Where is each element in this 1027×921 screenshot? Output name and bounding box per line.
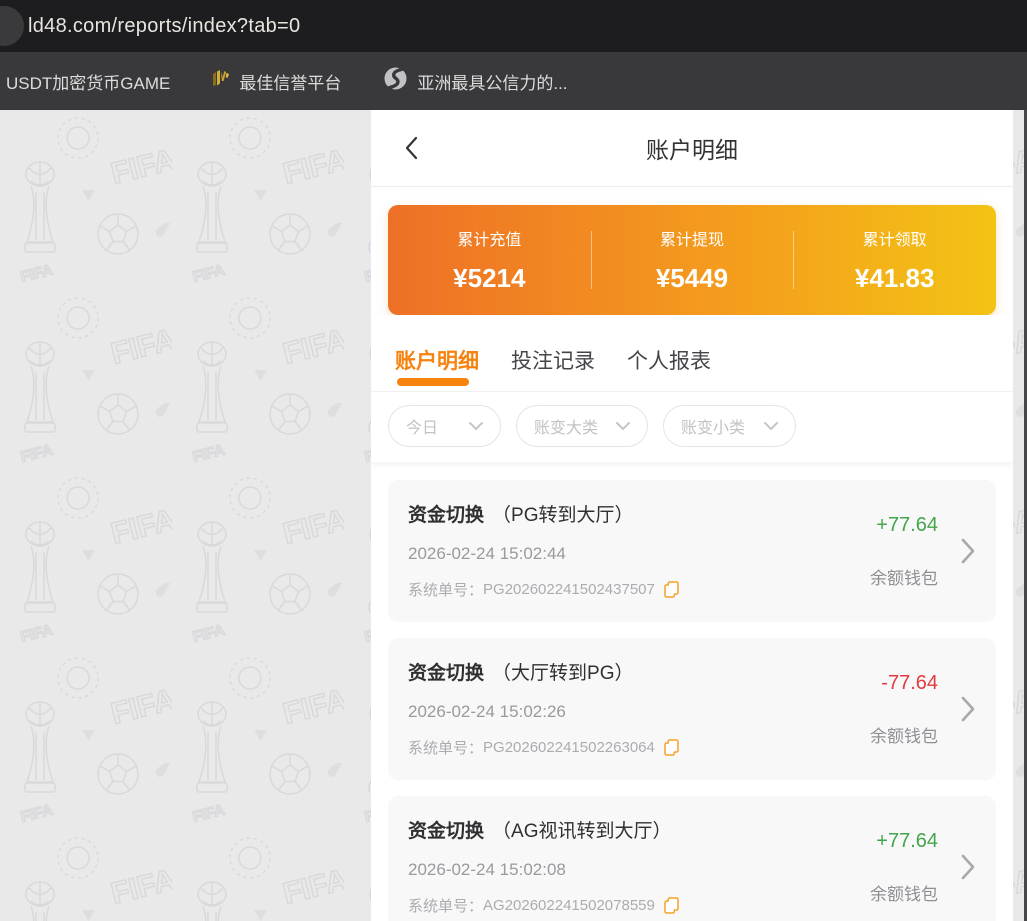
chevron-down-icon: [764, 422, 778, 431]
filter-bar: 今日 账变大类 账变小类: [371, 392, 1013, 462]
active-tab-underline: [397, 378, 469, 386]
stat-total-withdraw: 累计提现 ¥5449: [591, 226, 794, 294]
chevron-left-icon: [401, 135, 423, 161]
record-order-number: PG202602241502263064: [483, 739, 655, 756]
main-viewport: FIFA FIFA: [0, 110, 1027, 921]
record-wallet: 余额钱包: [870, 880, 938, 905]
record-detail: （PG转到大厅）: [492, 505, 633, 526]
tab-account-detail[interactable]: 账户明细: [395, 345, 479, 391]
chevron-right-icon: [961, 854, 976, 880]
copy-icon[interactable]: [664, 581, 679, 598]
copy-icon[interactable]: [664, 897, 679, 914]
record-type: 资金切换: [408, 663, 484, 684]
record-type: 资金切换: [408, 821, 484, 842]
address-bar[interactable]: ld48.com/reports/index?tab=0: [28, 15, 300, 38]
browser-url-bar: ld48.com/reports/index?tab=0: [0, 0, 1027, 52]
chevron-right-icon: [961, 538, 976, 564]
record-amount: +77.64: [870, 830, 938, 853]
chevron-down-icon: [469, 422, 483, 431]
browser-home-button[interactable]: [0, 6, 24, 46]
globe-icon: [383, 66, 408, 96]
transaction-row[interactable]: 资金切换（AG视讯转到大厅） 2026-02-24 15:02:08 系统单号：…: [388, 796, 996, 921]
record-type: 资金切换: [408, 505, 484, 526]
record-order-number: AG202602241502078559: [483, 897, 655, 914]
bookmark-label: 最佳信誉平台: [239, 69, 341, 94]
bookmark-label: 亚洲最具公信力的...: [417, 69, 567, 94]
page-title: 账户明细: [646, 131, 738, 165]
bookmark-label: USDT加密货币GAME: [6, 69, 170, 94]
transaction-row[interactable]: 资金切换（大厅转到PG） 2026-02-24 15:02:26 系统单号： P…: [388, 638, 996, 780]
record-order-label: 系统单号：: [408, 579, 483, 600]
filter-minor-category-dropdown[interactable]: 账变小类: [663, 405, 796, 447]
record-wallet: 余额钱包: [870, 564, 938, 589]
record-order-number: PG202602241502437507: [483, 581, 655, 598]
tabs-and-filters: 账户明细 投注记录 个人报表 今日 账变大类: [371, 315, 1013, 462]
transaction-list: 资金切换（PG转到大厅） 2026-02-24 15:02:44 系统单号： P…: [371, 462, 1013, 921]
tab-bet-records[interactable]: 投注记录: [511, 345, 595, 391]
filter-major-category-dropdown[interactable]: 账变大类: [516, 405, 648, 447]
summary-stats-card: 累计充值 ¥5214 累计提现 ¥5449 累计领取 ¥41.83: [388, 205, 996, 315]
account-detail-panel: 账户明细 累计充值 ¥5214 累计提现 ¥5449 累计领取 ¥41.83 账…: [371, 110, 1013, 921]
tab-personal-report[interactable]: 个人报表: [627, 345, 711, 391]
filter-date-dropdown[interactable]: 今日: [388, 405, 501, 447]
stat-total-claimed: 累计领取 ¥41.83: [793, 226, 996, 294]
stat-total-deposit: 累计充值 ¥5214: [388, 226, 591, 294]
copy-icon[interactable]: [664, 739, 679, 756]
bookmark-best-reputation[interactable]: 最佳信誉平台: [212, 69, 341, 94]
bookmark-usdt-game[interactable]: USDT加密货币GAME: [6, 69, 170, 94]
record-amount: +77.64: [870, 514, 938, 537]
record-wallet: 余额钱包: [870, 722, 938, 747]
bookmark-asia-credible[interactable]: 亚洲最具公信力的...: [383, 66, 567, 96]
chevron-down-icon: [616, 422, 630, 431]
record-detail: （大厅转到PG）: [492, 663, 633, 684]
record-order-label: 系统单号：: [408, 737, 483, 758]
record-order-label: 系统单号：: [408, 895, 483, 916]
record-amount: -77.64: [870, 672, 938, 695]
record-detail: （AG视讯转到大厅）: [492, 821, 671, 842]
page-header: 账户明细: [371, 110, 1013, 187]
transaction-row[interactable]: 资金切换（PG转到大厅） 2026-02-24 15:02:44 系统单号： P…: [388, 480, 996, 622]
bookmarks-bar: USDT加密货币GAME 最佳信誉平台 亚洲最具公信力的...: [0, 52, 1027, 110]
gold-brand-icon: [212, 69, 230, 93]
tab-bar: 账户明细 投注记录 个人报表: [371, 315, 1013, 392]
back-button[interactable]: [401, 134, 425, 162]
chevron-right-icon: [961, 696, 976, 722]
